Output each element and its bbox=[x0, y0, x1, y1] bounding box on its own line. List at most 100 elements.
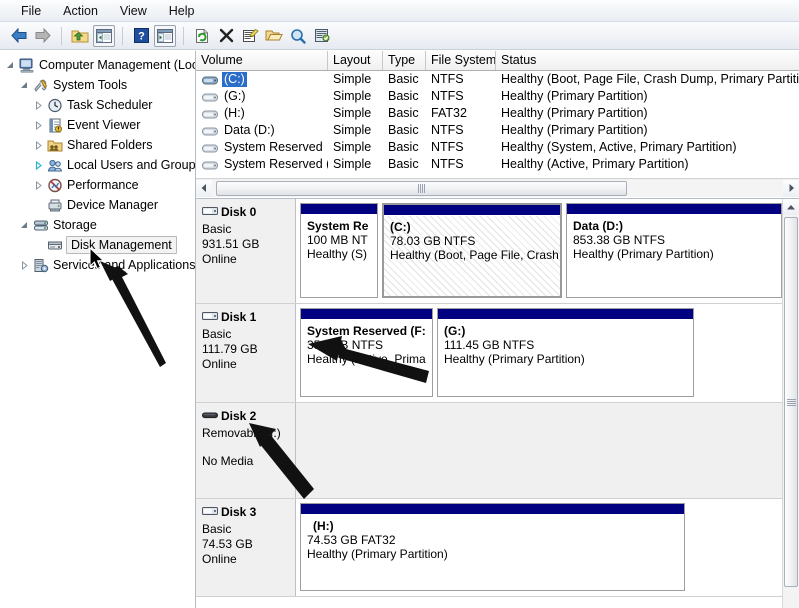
help-icon[interactable]: ? bbox=[130, 25, 152, 47]
disk-name: Disk 1 bbox=[221, 310, 256, 324]
tree-item-disk-management[interactable]: Disk Management bbox=[0, 235, 195, 255]
column-header-status[interactable]: Status bbox=[496, 51, 799, 70]
refresh-icon[interactable] bbox=[191, 25, 213, 47]
rescan-disks-icon[interactable] bbox=[311, 25, 333, 47]
basic-disk-icon bbox=[202, 206, 219, 218]
clock-icon bbox=[46, 96, 64, 114]
disk-row[interactable]: Disk 1 Basic 111.79 GB Online System Res… bbox=[196, 304, 782, 403]
disk-row[interactable]: Disk 0 Basic 931.51 GB Online System Re bbox=[196, 199, 782, 304]
column-header-type[interactable]: Type bbox=[383, 51, 426, 70]
volume-name: (C:) bbox=[222, 72, 247, 87]
disk-info-panel[interactable]: Disk 2 Removable (I:) No Media bbox=[196, 403, 296, 498]
tree-item-task-scheduler[interactable]: Task Scheduler bbox=[0, 95, 195, 115]
table-row[interactable]: (G:) Simple Basic NTFS Healthy (Primary … bbox=[196, 88, 799, 105]
tree-item-label: Task Scheduler bbox=[67, 97, 152, 113]
annotation-arrow-disk-management bbox=[92, 259, 182, 377]
vertical-scrollbar[interactable] bbox=[782, 199, 799, 608]
expander-collapsed-icon[interactable] bbox=[30, 155, 46, 175]
show-hide-tree-icon[interactable] bbox=[93, 25, 115, 47]
tree-item-event-viewer[interactable]: Event Viewer bbox=[0, 115, 195, 135]
table-row[interactable]: (H:) Simple Basic FAT32 Healthy (Primary… bbox=[196, 105, 799, 122]
partition-h[interactable]: (H:) 74.53 GB FAT32 Healthy (Primary Par… bbox=[300, 503, 685, 591]
disk-row[interactable]: Disk 2 Removable (I:) No Media bbox=[196, 403, 782, 499]
volume-name: System Reserved (F:) bbox=[222, 157, 328, 172]
horizontal-scrollbar[interactable] bbox=[196, 178, 799, 197]
table-row[interactable]: System Reserved Simple Basic NTFS Health… bbox=[196, 139, 799, 156]
tree-item-label: Shared Folders bbox=[67, 137, 152, 153]
expander-collapsed-icon[interactable] bbox=[30, 95, 46, 115]
expander-collapsed-icon[interactable] bbox=[30, 115, 46, 135]
table-row[interactable]: (C:) Simple Basic NTFS Healthy (Boot, Pa… bbox=[196, 71, 799, 88]
expander-collapsed-icon[interactable] bbox=[30, 135, 46, 155]
delete-icon[interactable] bbox=[215, 25, 237, 47]
tree-item-label: Event Viewer bbox=[67, 117, 140, 133]
column-header-volume[interactable]: Volume bbox=[196, 51, 328, 70]
expander-expanded-icon[interactable] bbox=[16, 75, 32, 95]
disk-capacity: 74.53 GB bbox=[202, 537, 295, 552]
open-folder-icon[interactable] bbox=[263, 25, 285, 47]
disk-state: Online bbox=[202, 552, 295, 567]
volume-list-header: Volume Layout Type File System Status bbox=[196, 51, 799, 71]
partition-size: 100 MB NT bbox=[307, 233, 377, 247]
tree-item-shared-folders[interactable]: Shared Folders bbox=[0, 135, 195, 155]
disk-name: Disk 2 bbox=[221, 409, 256, 423]
partition-system-reserved[interactable]: System Re 100 MB NT Healthy (S) bbox=[300, 203, 378, 298]
partition-g[interactable]: (G:) 111.45 GB NTFS Healthy (Primary Par… bbox=[437, 308, 694, 397]
scrollbar-thumb[interactable] bbox=[784, 217, 798, 587]
scrollbar-track[interactable] bbox=[212, 180, 783, 197]
expander-collapsed-icon[interactable] bbox=[30, 175, 46, 195]
partition-data-d[interactable]: Data (D:) 853.38 GB NTFS Healthy (Primar… bbox=[566, 203, 782, 298]
tree-item-computer-management[interactable]: Computer Management (Local bbox=[0, 55, 195, 75]
tree-item-system-tools[interactable]: System Tools bbox=[0, 75, 195, 95]
volume-file-system: NTFS bbox=[426, 122, 496, 139]
menu-item-view[interactable]: View bbox=[109, 2, 158, 20]
volume-file-system: NTFS bbox=[426, 71, 496, 88]
volume-status: Healthy (Primary Partition) bbox=[496, 88, 799, 105]
up-folder-icon[interactable] bbox=[69, 25, 91, 47]
expander-expanded-icon[interactable] bbox=[16, 215, 32, 235]
tree-item-label: Computer Management (Local bbox=[39, 57, 196, 73]
tree-item-performance[interactable]: Performance bbox=[0, 175, 195, 195]
volume-icon bbox=[202, 125, 218, 136]
disk-info-panel[interactable]: Disk 3 Basic 74.53 GB Online bbox=[196, 499, 296, 596]
menu-item-action[interactable]: Action bbox=[52, 2, 109, 20]
show-action-pane-icon[interactable] bbox=[154, 25, 176, 47]
search-icon[interactable] bbox=[287, 25, 309, 47]
scroll-left-button[interactable] bbox=[196, 180, 212, 197]
expander-collapsed-icon[interactable] bbox=[16, 255, 32, 275]
tree-item-services-and-applications[interactable]: Services and Applications bbox=[0, 255, 195, 275]
tree-item-label: Local Users and Groups bbox=[67, 157, 196, 173]
volume-file-system: FAT32 bbox=[426, 105, 496, 122]
console-tree[interactable]: Computer Management (Local System Tools bbox=[0, 51, 196, 608]
tree-item-local-users-and-groups[interactable]: Local Users and Groups bbox=[0, 155, 195, 175]
disk-row[interactable]: Disk 3 Basic 74.53 GB Online (H:) bbox=[196, 499, 782, 597]
volume-layout: Simple bbox=[328, 156, 383, 173]
scroll-right-button[interactable] bbox=[783, 180, 799, 197]
partition-color-bar bbox=[438, 309, 693, 320]
partition-c[interactable]: (C:) 78.03 GB NTFS Healthy (Boot, Page F… bbox=[382, 203, 562, 298]
forward-icon[interactable] bbox=[32, 25, 54, 47]
volume-icon bbox=[202, 108, 218, 119]
partition-size: 74.53 GB FAT32 bbox=[307, 533, 684, 547]
menu-item-help[interactable]: Help bbox=[158, 2, 206, 20]
menu-item-file[interactable]: File bbox=[10, 2, 52, 20]
expander-expanded-icon[interactable] bbox=[2, 55, 18, 75]
tree-item-device-manager[interactable]: Device Manager bbox=[0, 195, 195, 215]
column-header-file-system[interactable]: File System bbox=[426, 51, 496, 70]
table-row[interactable]: Data (D:) Simple Basic NTFS Healthy (Pri… bbox=[196, 122, 799, 139]
volume-list[interactable]: Volume Layout Type File System Status (C… bbox=[196, 51, 799, 178]
back-icon[interactable] bbox=[8, 25, 30, 47]
tree-item-storage[interactable]: Storage bbox=[0, 215, 195, 235]
disk-info-panel[interactable]: Disk 1 Basic 111.79 GB Online bbox=[196, 304, 296, 402]
scroll-up-button[interactable] bbox=[783, 199, 799, 215]
disk-info-panel[interactable]: Disk 0 Basic 931.51 GB Online bbox=[196, 199, 296, 303]
properties-icon[interactable] bbox=[239, 25, 261, 47]
shared-folder-icon bbox=[46, 136, 64, 154]
expander-none bbox=[30, 195, 46, 215]
table-row[interactable]: System Reserved (F:) Simple Basic NTFS H… bbox=[196, 156, 799, 173]
partition-system-reserved-f[interactable]: System Reserved (F: 350 MB NTFS Healthy … bbox=[300, 308, 433, 397]
scrollbar-thumb[interactable] bbox=[216, 181, 627, 196]
column-header-layout[interactable]: Layout bbox=[328, 51, 383, 70]
no-media-area[interactable] bbox=[296, 403, 782, 498]
partition-color-bar bbox=[301, 204, 377, 215]
